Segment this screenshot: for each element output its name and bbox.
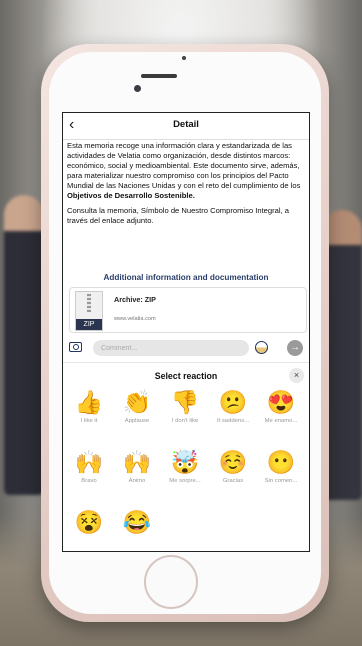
reaction-label: I like it [80,418,98,424]
reaction-sheet: Select reaction × 👍 I like it 👏 Applause 👎 I … [63,362,309,551]
app-screen: ‹ Detail Esta memoria recoge una informa… [62,112,310,552]
article-body: Esta memoria recoge una información clar… [67,141,307,231]
reaction-label: Me sorpre... [169,478,201,484]
page-title: Detail [173,119,199,130]
reaction-saddens[interactable]: 😕 It saddens... [209,387,257,424]
reaction-dislike[interactable]: 👎 I don't like [161,387,209,424]
background-person-left [4,195,44,495]
paragraph-1-text: Esta memoria recoge una información clar… [67,141,301,190]
reaction-dizzy[interactable]: 😵 [65,507,113,538]
reaction-laughing[interactable]: 😂 [113,507,161,538]
home-button[interactable] [144,555,198,609]
dizzy-emoji-icon: 😵 [74,509,104,535]
zipper-graphic [87,294,91,312]
reaction-applause[interactable]: 👏 Applause [113,387,161,424]
saddens-emoji-icon: 😕 [218,389,248,415]
reaction-like[interactable]: 👍 I like it [65,387,113,424]
close-icon[interactable]: × [289,368,304,383]
reaction-label: Sin comen... [264,478,298,484]
emoji-icon[interactable] [255,341,268,354]
sdg-link-text: Objetivos de Desarrollo Sostenible. [67,191,195,200]
no-comment-emoji-icon: 😶 [266,449,296,475]
reaction-cheer[interactable]: 🙌 Ánimo [113,447,161,484]
reaction-label: Bravo [81,478,97,484]
reaction-thanks[interactable]: ☺️ Gracias [209,447,257,484]
reaction-label: It saddens... [216,418,250,424]
applause-emoji-icon: 👏 [122,389,152,415]
attachments-section-title: Additional information and documentation [103,273,269,282]
bravo-emoji-icon: 🙌 [74,449,104,475]
comment-input[interactable] [93,340,249,356]
reaction-label: Gracias [222,478,244,484]
reaction-sheet-title: Select reaction [154,371,218,381]
reaction-bravo[interactable]: 🙌 Bravo [65,447,113,484]
front-camera [134,85,141,92]
surprised-emoji-icon: 🤯 [170,449,200,475]
nav-header: ‹ Detail [63,113,309,140]
comment-bar: → [63,337,309,359]
like-emoji-icon: 👍 [74,389,104,415]
paragraph-1: Esta memoria recoge una información clar… [67,141,307,201]
dislike-emoji-icon: 👎 [170,389,200,415]
earpiece-speaker [141,74,177,78]
send-arrow-icon[interactable]: → [287,340,303,356]
in-love-emoji-icon: 😍 [266,389,296,415]
file-type-label: ZIP [76,319,102,330]
attachment-url: www.velatia.com [114,316,156,322]
reaction-label: I don't like [171,418,199,424]
reaction-in-love[interactable]: 😍 Me enamo... [257,387,305,424]
reaction-label: Applause [124,418,150,424]
reaction-label: Me enamo... [264,418,298,424]
attachment-name: Archive: ZIP [114,295,156,304]
laughing-emoji-icon: 😂 [122,509,152,535]
reaction-surprised[interactable]: 🤯 Me sorpre... [161,447,209,484]
attachment-card[interactable]: ZIP Archive: ZIP www.velatia.com [69,287,307,333]
zip-file-icon: ZIP [75,291,103,331]
cheer-emoji-icon: 🙌 [122,449,152,475]
reaction-no-comment[interactable]: 😶 Sin comen... [257,447,305,484]
proximity-sensor [182,56,186,60]
thanks-emoji-icon: ☺️ [218,449,248,475]
camera-icon[interactable] [69,342,82,352]
reaction-label: Ánimo [128,478,146,484]
paragraph-2: Consulta la memoria, Símbolo de Nuestro … [67,206,290,225]
